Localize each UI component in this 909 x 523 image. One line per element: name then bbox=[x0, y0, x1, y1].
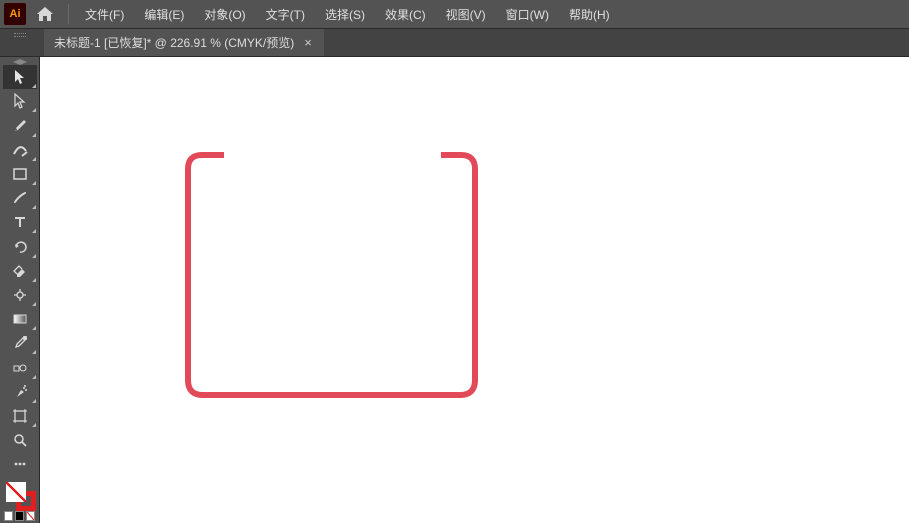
symbol-sprayer-tool[interactable] bbox=[3, 380, 37, 404]
scale-tool[interactable] bbox=[3, 283, 37, 307]
flyout-indicator-icon bbox=[32, 205, 36, 209]
color-mode-color[interactable] bbox=[4, 511, 13, 521]
color-mode-none[interactable] bbox=[26, 511, 35, 521]
flyout-indicator-icon bbox=[32, 108, 36, 112]
brush-tool[interactable] bbox=[3, 186, 37, 210]
menu-edit[interactable]: 编辑(E) bbox=[136, 2, 192, 27]
toolbox-grip-icon[interactable] bbox=[0, 57, 39, 65]
tabstrip-grip-icon[interactable] bbox=[0, 29, 40, 41]
flyout-indicator-icon bbox=[32, 229, 36, 233]
home-icon[interactable] bbox=[36, 6, 54, 22]
edit-toolbar-button[interactable] bbox=[3, 452, 37, 476]
blend-tool[interactable] bbox=[3, 355, 37, 379]
flyout-indicator-icon bbox=[32, 399, 36, 403]
menu-select[interactable]: 选择(S) bbox=[317, 2, 373, 27]
menu-window[interactable]: 窗口(W) bbox=[498, 2, 557, 27]
canvas[interactable] bbox=[40, 57, 909, 523]
pen-tool[interactable] bbox=[3, 113, 37, 137]
color-mode-row[interactable] bbox=[3, 511, 37, 523]
menu-help[interactable]: 帮助(H) bbox=[561, 2, 618, 27]
flyout-indicator-icon bbox=[32, 254, 36, 258]
type-tool[interactable] bbox=[3, 210, 37, 234]
document-tab[interactable]: 未标题-1 [已恢复]* @ 226.91 % (CMYK/预览) × bbox=[44, 29, 324, 56]
eyedropper-tool[interactable] bbox=[3, 331, 37, 355]
menu-separator bbox=[68, 4, 69, 24]
flyout-indicator-icon bbox=[32, 375, 36, 379]
app-logo: Ai bbox=[4, 3, 26, 25]
menu-view[interactable]: 视图(V) bbox=[438, 2, 494, 27]
flyout-indicator-icon bbox=[32, 326, 36, 330]
flyout-indicator-icon bbox=[32, 278, 36, 282]
flyout-indicator-icon bbox=[32, 302, 36, 306]
fill-stroke-swatch[interactable] bbox=[4, 480, 36, 511]
menu-bar: Ai 文件(F) 编辑(E) 对象(O) 文字(T) 选择(S) 效果(C) 视… bbox=[0, 0, 909, 29]
rotate-tool[interactable] bbox=[3, 234, 37, 258]
artboard-tool[interactable] bbox=[3, 404, 37, 428]
flyout-indicator-icon bbox=[32, 157, 36, 161]
zoom-tool[interactable] bbox=[3, 428, 37, 452]
close-icon[interactable]: × bbox=[302, 35, 314, 50]
gradient-tool[interactable] bbox=[3, 307, 37, 331]
curvature-tool[interactable] bbox=[3, 138, 37, 162]
document-tab-strip: 未标题-1 [已恢复]* @ 226.91 % (CMYK/预览) × bbox=[0, 29, 909, 57]
color-mode-gradient[interactable] bbox=[15, 511, 24, 521]
menu-type[interactable]: 文字(T) bbox=[258, 2, 313, 27]
flyout-indicator-icon bbox=[32, 350, 36, 354]
flyout-indicator-icon bbox=[32, 423, 36, 427]
menu-file[interactable]: 文件(F) bbox=[77, 2, 132, 27]
app-logo-text: Ai bbox=[10, 8, 21, 20]
menu-effect[interactable]: 效果(C) bbox=[377, 2, 434, 27]
direct-selection-tool[interactable] bbox=[3, 89, 37, 113]
document-tab-title: 未标题-1 [已恢复]* @ 226.91 % (CMYK/预览) bbox=[54, 34, 294, 51]
fill-swatch[interactable] bbox=[6, 482, 26, 502]
flyout-indicator-icon bbox=[32, 133, 36, 137]
flyout-indicator-icon bbox=[32, 181, 36, 185]
rectangle-tool[interactable] bbox=[3, 162, 37, 186]
flyout-indicator-icon bbox=[32, 84, 36, 88]
tools-panel bbox=[0, 57, 40, 523]
artwork-path[interactable] bbox=[184, 150, 479, 400]
eraser-tool[interactable] bbox=[3, 259, 37, 283]
selection-tool[interactable] bbox=[3, 65, 37, 89]
menu-object[interactable]: 对象(O) bbox=[196, 2, 253, 27]
